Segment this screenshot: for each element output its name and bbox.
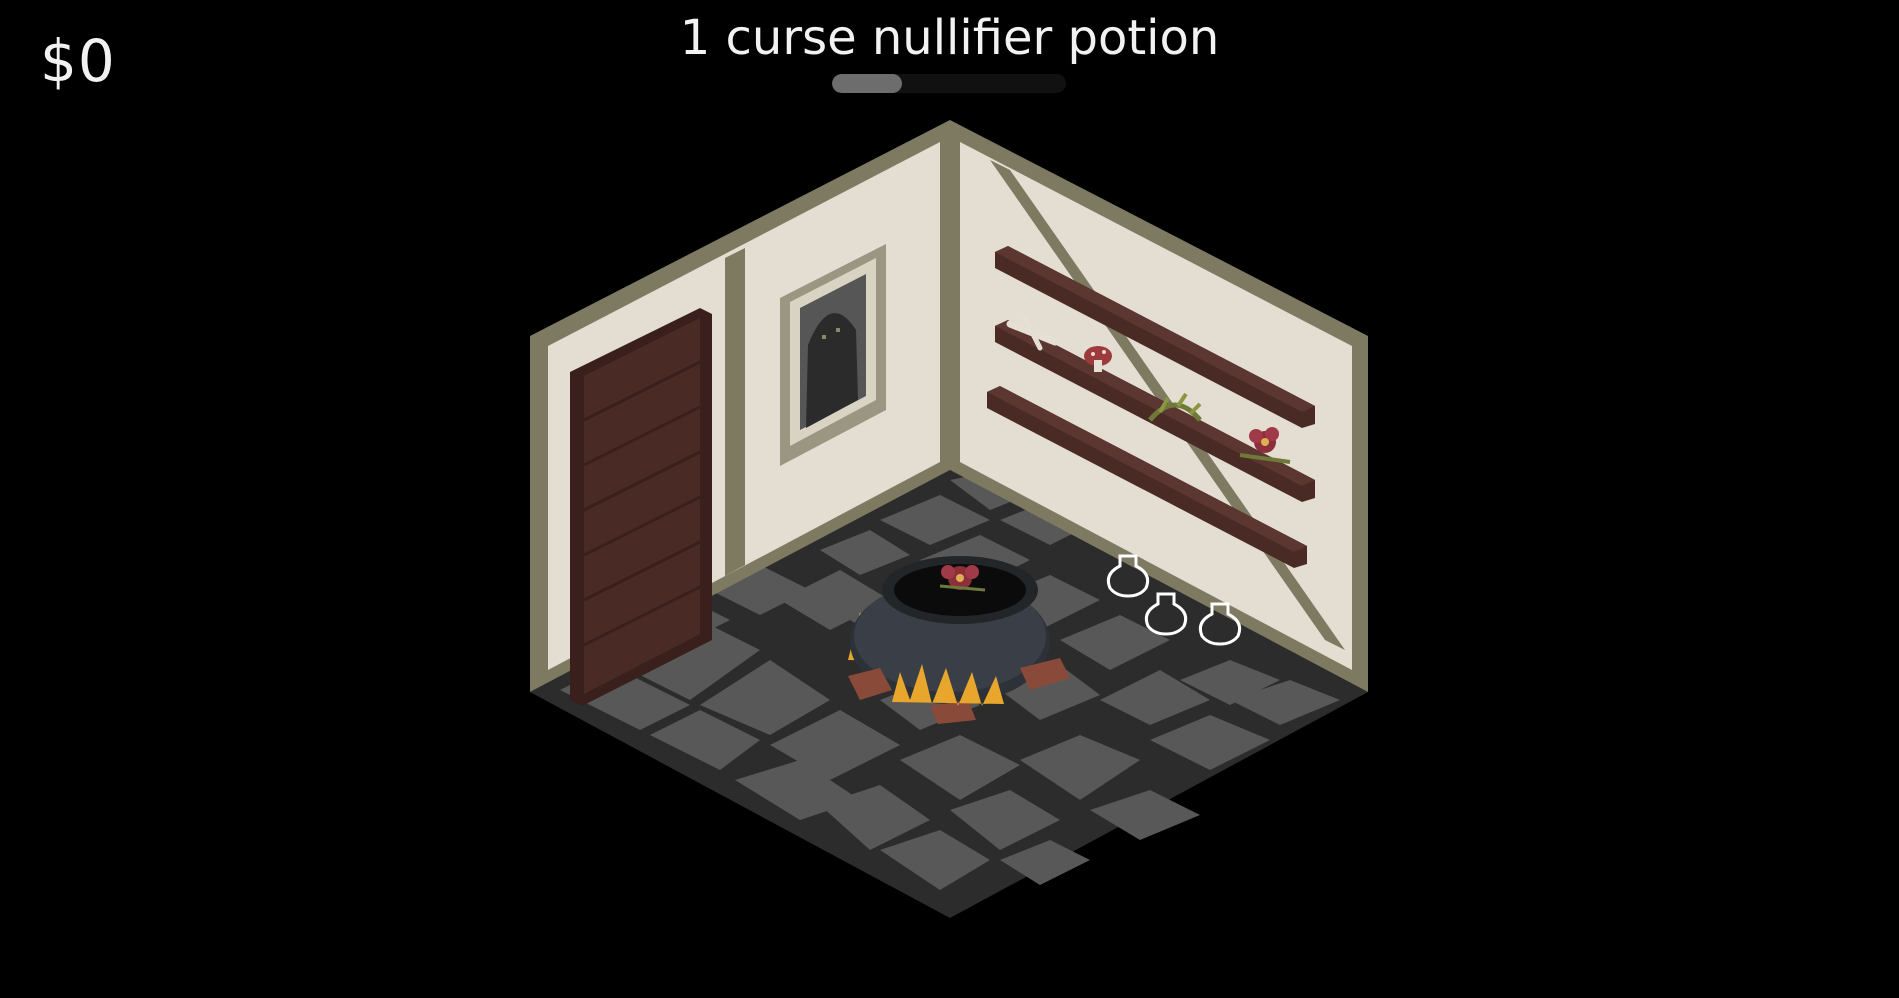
door[interactable] [570, 308, 712, 706]
game-viewport: $0 1 curse nullifier potion [0, 0, 1899, 998]
isometric-room [530, 120, 1368, 918]
